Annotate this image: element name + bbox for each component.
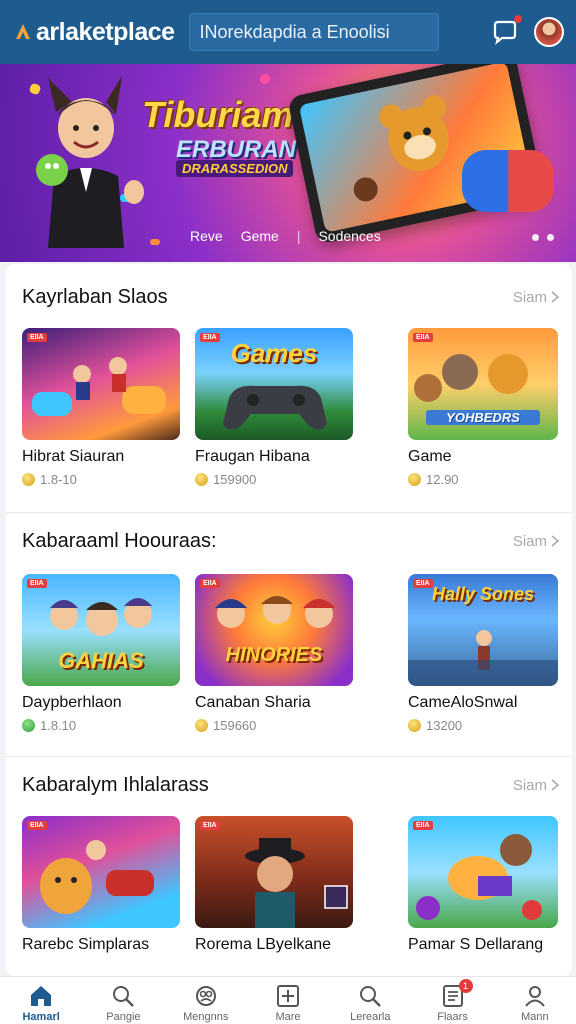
nav-label: Pangie	[106, 1011, 141, 1023]
plus-box-icon	[276, 985, 299, 1007]
game-thumbnail: EIIA	[408, 816, 558, 928]
home-icon	[31, 986, 52, 1006]
carousel-indicator[interactable]	[532, 234, 554, 241]
banner-title: Tiburiam	[142, 94, 294, 135]
game-title: Pamar S Dellarang	[408, 936, 544, 953]
game-thumbnail: EIIA HINORIES	[195, 574, 353, 686]
coin-icon	[22, 719, 35, 732]
game-card[interactable]: EIIA HINORIES Canaban Sharia 159660	[195, 574, 353, 733]
game-art-text: HINORIES	[225, 644, 323, 666]
game-card[interactable]: EIIA Hibrat Siauran 1.8-10	[22, 328, 180, 487]
nav-item-flaars[interactable]: 1 Flaars	[411, 977, 493, 1024]
game-thumbnail: EIIA	[195, 816, 353, 928]
game-card[interactable]: EIIA Rarebc Simplaras	[22, 816, 180, 954]
game-art-text: GAHIAS	[58, 648, 144, 673]
coin-icon	[22, 473, 35, 486]
game-card[interactable]: EIIA GAHIAS Daypberhlaon 1.8.10	[22, 574, 180, 733]
see-all-link[interactable]: Siam	[513, 289, 560, 306]
nav-item-home[interactable]: Hamarl	[0, 977, 82, 1024]
game-price: 1.8-10	[22, 472, 180, 487]
game-card[interactable]: EIIA Games Fraugan Hibana 159900	[195, 328, 353, 487]
bottom-navigation: Hamarl Pangie Mengnns Mare Lerearla 1 Fl…	[0, 976, 576, 1024]
app-header: arlaketplace INorekdapdia a Enoolisi	[0, 0, 576, 64]
game-title: Canaban Sharia	[195, 694, 311, 711]
profile-icon	[525, 986, 545, 1007]
notification-badge: 1	[458, 979, 473, 993]
content-panel: Kayrlaban Slaos Siam EIIA Hibrat Siauran…	[6, 264, 572, 976]
controller-illustration	[462, 150, 554, 212]
see-all-link[interactable]: Siam	[513, 777, 560, 794]
banner-tab-geme[interactable]: Geme	[241, 228, 279, 244]
game-thumbnail: EIIA GAHIAS	[22, 574, 180, 686]
section-divider	[6, 756, 572, 757]
carousel-dot[interactable]	[532, 234, 539, 241]
game-card[interactable]: EIIA Hally Sones CameAloSnwal 13200	[408, 574, 558, 733]
coin-icon	[195, 719, 208, 732]
banner-subtitle-tag: DRARASSEDION	[176, 160, 294, 177]
game-title: Daypberhlaon	[22, 694, 122, 711]
chevron-right-icon	[551, 779, 560, 791]
game-price: 12.90	[408, 472, 558, 487]
section-divider	[6, 512, 572, 513]
section-title: Kayrlaban Slaos	[22, 285, 168, 308]
character-illustration	[36, 76, 144, 248]
nav-label: Mengnns	[183, 1011, 229, 1023]
banner-tab-separator: |	[296, 228, 301, 244]
coin-icon	[195, 473, 208, 486]
game-price: 13200	[408, 718, 558, 733]
game-title: Game	[408, 448, 452, 465]
nav-label: Mann	[521, 1011, 549, 1023]
coin-icon	[408, 473, 421, 486]
game-title: Hibrat Siauran	[22, 448, 125, 465]
see-all-link[interactable]: Siam	[513, 533, 560, 550]
banner-tab-reve[interactable]: Reve	[190, 228, 223, 244]
nav-item-community[interactable]: Mengnns	[165, 977, 247, 1024]
search-icon	[360, 986, 382, 1007]
section-title: Kabaralym Ihlalarass	[22, 773, 209, 796]
game-title: Rarebc Simplaras	[22, 936, 150, 953]
game-price: 1.8.10	[22, 718, 180, 733]
game-card[interactable]: EIIA Rorema LByelkane	[195, 816, 353, 954]
nav-item-search[interactable]: Pangie	[82, 977, 164, 1024]
game-thumbnail: EIIA Games	[195, 328, 353, 440]
nav-label: Lerearla	[350, 1011, 391, 1023]
avatar[interactable]	[534, 17, 564, 47]
nav-label: Hamarl	[22, 1011, 60, 1023]
logo-icon	[16, 24, 30, 39]
banner-tab-sodences[interactable]: Sodences	[318, 228, 380, 244]
promo-banner[interactable]: Tiburiam ERBURAN DRARASSEDION Reve Geme …	[0, 64, 576, 262]
game-thumbnail: EIIA YOHBEDRS	[408, 328, 558, 440]
nav-label: Flaars	[437, 1011, 468, 1023]
nav-item-profile[interactable]: Mann	[494, 977, 576, 1024]
coin-icon	[408, 719, 421, 732]
app-logo[interactable]: arlaketplace	[12, 18, 175, 47]
carousel-dot[interactable]	[547, 234, 554, 241]
game-price: 159900	[195, 472, 353, 487]
game-price: 159660	[195, 718, 353, 733]
game-title: CameAloSnwal	[408, 694, 518, 711]
app-title: arlaketplace	[36, 17, 175, 46]
chevron-right-icon	[551, 535, 560, 547]
community-icon	[195, 986, 216, 1006]
game-thumbnail: EIIA	[22, 328, 180, 440]
nav-item-more[interactable]: Mare	[247, 977, 329, 1024]
banner-tabs: Reve Geme | Sodences	[190, 228, 381, 244]
nav-label: Mare	[275, 1011, 301, 1023]
game-title: Fraugan Hibana	[195, 448, 310, 465]
chevron-right-icon	[551, 291, 560, 303]
game-art-text: YOHBEDRS	[426, 410, 540, 425]
game-card[interactable]: EIIA Pamar S Dellarang	[408, 816, 558, 954]
notification-dot	[514, 15, 522, 23]
search-icon	[113, 986, 135, 1007]
chat-button[interactable]	[490, 15, 522, 47]
search-input[interactable]: INorekdapdia a Enoolisi	[188, 13, 439, 51]
game-thumbnail: EIIA Hally Sones	[408, 574, 558, 686]
game-thumbnail: EIIA	[22, 816, 180, 928]
game-title: Rorema LByelkane	[195, 936, 332, 953]
section-title: Kabaraaml Hoouraas:	[22, 529, 217, 552]
game-card[interactable]: EIIA YOHBEDRS Game 12.90	[408, 328, 558, 487]
nav-item-learn[interactable]: Lerearla	[329, 977, 411, 1024]
